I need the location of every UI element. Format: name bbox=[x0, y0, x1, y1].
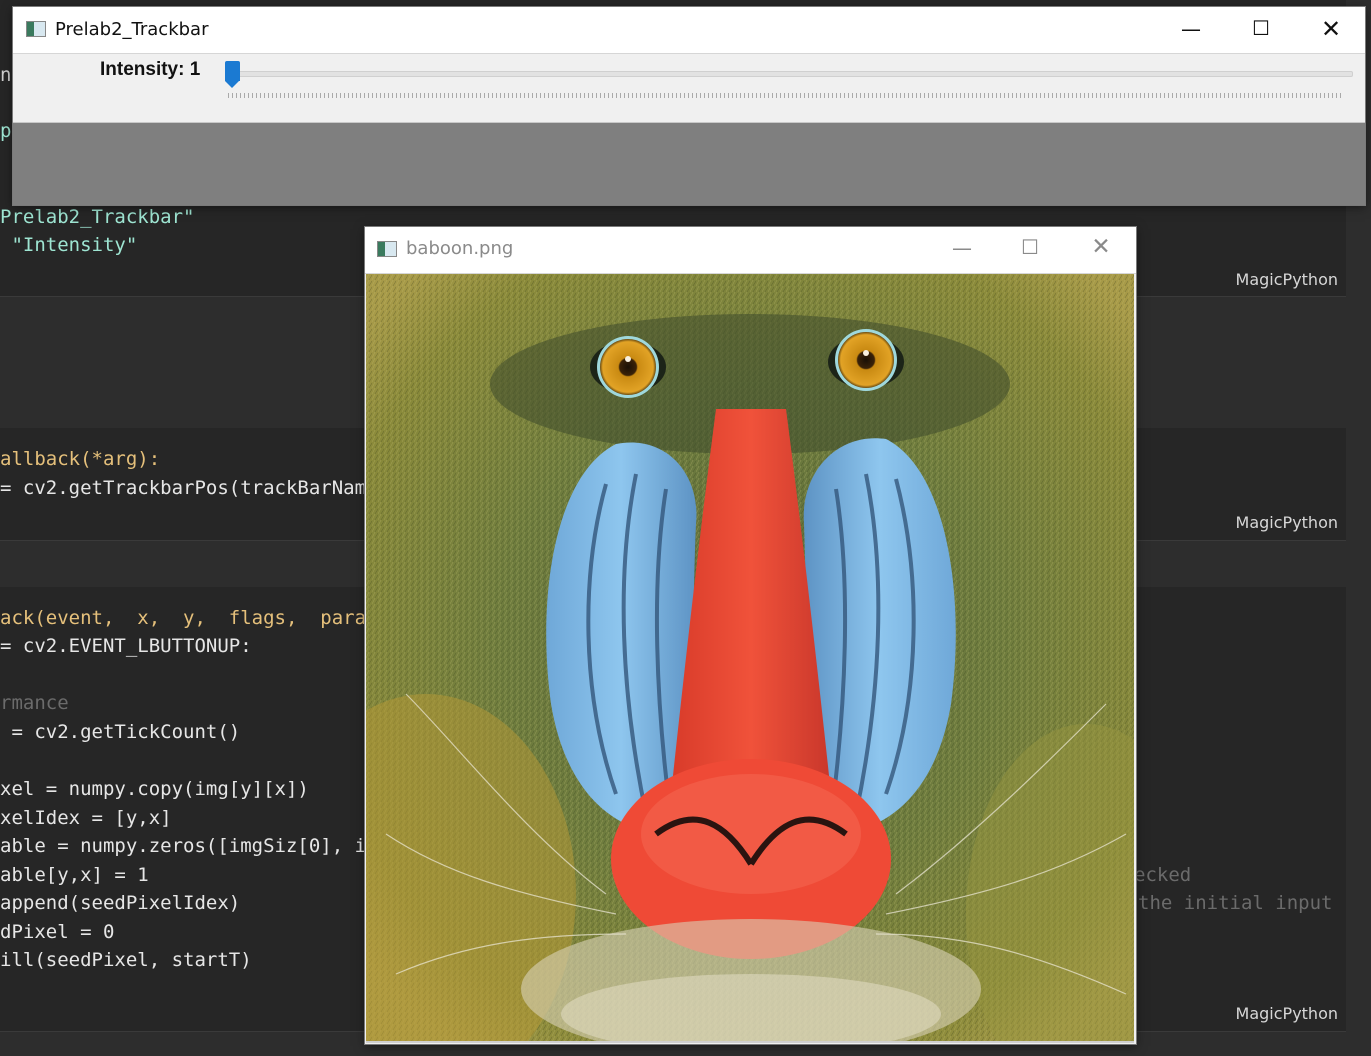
code-line: dPixel = 0 bbox=[0, 921, 115, 943]
trackbar-window[interactable]: Prelab2_Trackbar — ☐ ✕ Intensity: 1 bbox=[13, 7, 1365, 205]
trackbar-track[interactable] bbox=[228, 71, 1353, 77]
code-line: able[y,x] = 1 bbox=[0, 864, 149, 886]
code-line: = cv2.EVENT_LBUTTONUP: bbox=[0, 635, 252, 657]
cell-language-tag: MagicPython bbox=[1235, 270, 1338, 289]
maximize-icon[interactable]: ☐ bbox=[1007, 235, 1053, 259]
close-icon[interactable]: ✕ bbox=[1078, 234, 1124, 260]
trackbar-thumb[interactable] bbox=[225, 61, 240, 81]
trackbar-thumb-point bbox=[225, 81, 239, 88]
window-title: baboon.png bbox=[406, 238, 514, 259]
code-line: xel = numpy.copy(img[y][x]) bbox=[0, 778, 309, 800]
code-line: append(seedPixelIdex) bbox=[0, 892, 241, 914]
minimize-icon[interactable]: — bbox=[939, 236, 985, 260]
code-line: Prelab2_Trackbar" bbox=[0, 206, 195, 228]
code-line: allback(*arg): bbox=[0, 448, 161, 470]
window-app-icon bbox=[26, 21, 46, 37]
image-window[interactable]: baboon.png — ☐ ✕ bbox=[365, 227, 1136, 1044]
code-line: = cv2.getTrackbarPos(trackBarNam bbox=[0, 477, 367, 499]
code-comment: the initial input bbox=[1138, 892, 1333, 914]
image-window-titlebar[interactable]: baboon.png — ☐ ✕ bbox=[365, 227, 1136, 274]
code-line: "Intensity" bbox=[0, 234, 138, 256]
trackbar-panel: Intensity: 1 bbox=[13, 54, 1365, 123]
code-line: = cv2.getTickCount() bbox=[0, 721, 241, 743]
code-comment: ecked bbox=[1134, 864, 1192, 886]
trackbar-label: Intensity: 1 bbox=[100, 59, 201, 80]
cell-language-tag: MagicPython bbox=[1235, 1004, 1338, 1023]
code-line: rmance bbox=[0, 692, 69, 714]
close-icon[interactable]: ✕ bbox=[1308, 15, 1354, 43]
cell-language-tag: MagicPython bbox=[1235, 513, 1338, 532]
trackbar-window-titlebar[interactable]: Prelab2_Trackbar — ☐ ✕ bbox=[13, 7, 1365, 54]
code-line: xelIdex = [y,x] bbox=[0, 807, 172, 829]
code-line: ack(event, x, y, flags, para bbox=[0, 607, 367, 629]
minimize-icon[interactable]: — bbox=[1168, 17, 1214, 41]
window-title: Prelab2_Trackbar bbox=[55, 19, 209, 40]
trackbar-ticks bbox=[228, 93, 1344, 98]
baboon-image-canvas bbox=[366, 274, 1134, 1041]
window-app-icon bbox=[377, 241, 397, 257]
code-line: able = numpy.zeros([imgSiz[0], i bbox=[0, 835, 367, 857]
baboon-image[interactable] bbox=[366, 274, 1134, 1043]
code-line: ill(seedPixel, startT) bbox=[0, 949, 252, 971]
maximize-icon[interactable]: ☐ bbox=[1238, 16, 1284, 40]
